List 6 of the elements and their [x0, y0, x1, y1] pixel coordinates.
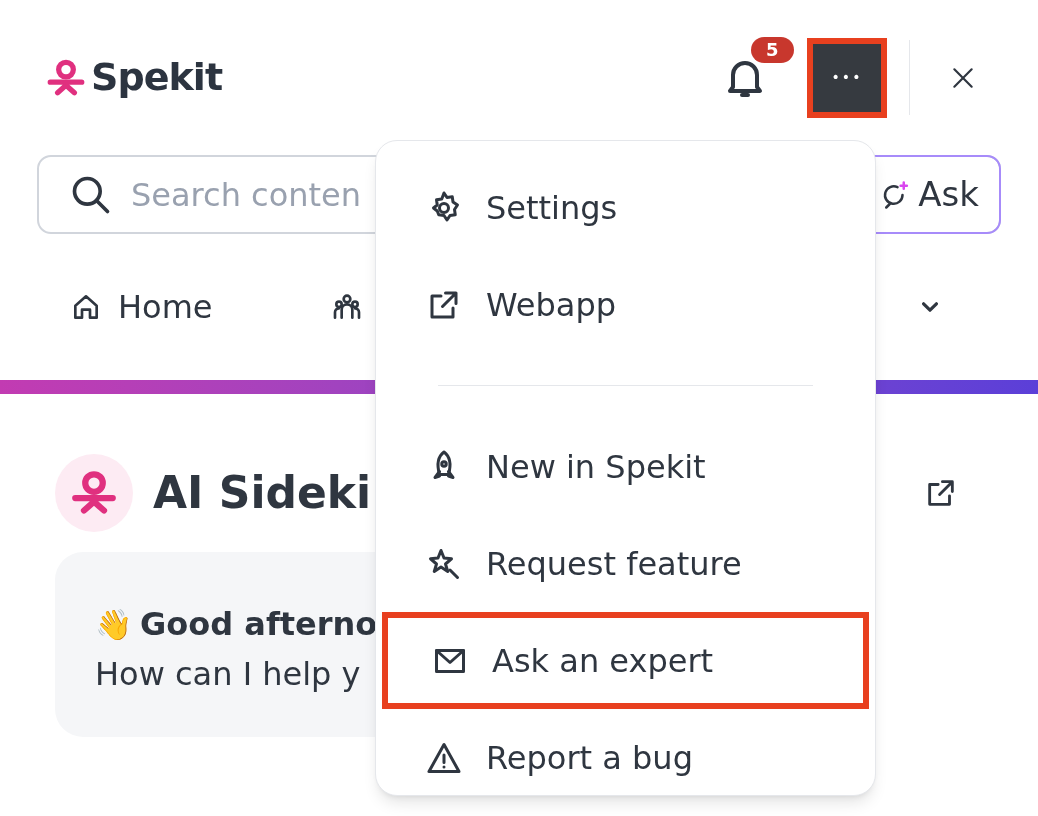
greeting-text: Good afterno: [140, 604, 378, 645]
notification-badge: 5: [751, 36, 794, 63]
waving-hand-emoji: 👋: [95, 605, 132, 644]
sidekick-title: AI Sideki: [153, 466, 372, 520]
logo-text: Spekit: [91, 54, 223, 101]
prompt-text: How can I help y: [95, 654, 361, 695]
